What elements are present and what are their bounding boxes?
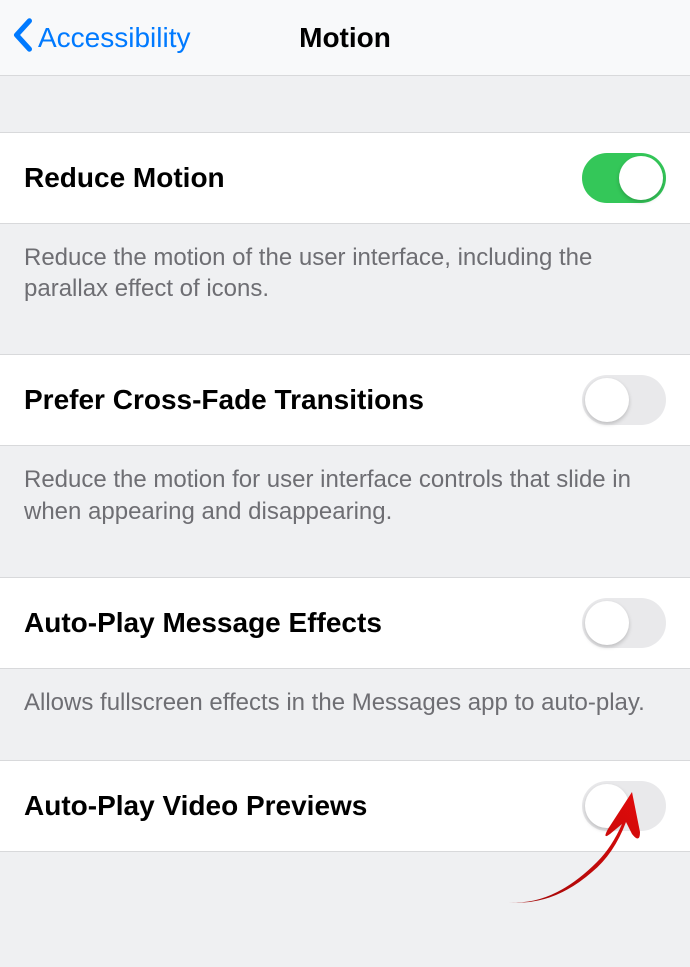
spacer — [0, 76, 690, 132]
spacer — [0, 322, 690, 354]
setting-row-cross-fade[interactable]: Prefer Cross-Fade Transitions — [0, 354, 690, 446]
setting-label: Reduce Motion — [24, 162, 225, 194]
toggle-reduce-motion[interactable] — [582, 153, 666, 203]
setting-description: Allows fullscreen effects in the Message… — [0, 669, 690, 736]
setting-label: Auto-Play Video Previews — [24, 790, 367, 822]
back-button[interactable]: Accessibility — [0, 17, 190, 58]
spacer — [0, 736, 690, 760]
toggle-knob — [585, 784, 629, 828]
toggle-knob — [585, 378, 629, 422]
setting-label: Prefer Cross-Fade Transitions — [24, 384, 424, 416]
setting-description: Reduce the motion of the user interface,… — [0, 224, 690, 322]
setting-row-reduce-motion[interactable]: Reduce Motion — [0, 132, 690, 224]
setting-label: Auto-Play Message Effects — [24, 607, 382, 639]
toggle-message-effects[interactable] — [582, 598, 666, 648]
toggle-knob — [585, 601, 629, 645]
toggle-cross-fade[interactable] — [582, 375, 666, 425]
setting-row-message-effects[interactable]: Auto-Play Message Effects — [0, 577, 690, 669]
page-title: Motion — [299, 22, 391, 54]
nav-bar: Accessibility Motion — [0, 0, 690, 76]
chevron-left-icon — [12, 17, 34, 58]
spacer — [0, 545, 690, 577]
toggle-knob — [619, 156, 663, 200]
back-label: Accessibility — [38, 22, 190, 54]
toggle-video-previews[interactable] — [582, 781, 666, 831]
setting-description: Reduce the motion for user interface con… — [0, 446, 690, 544]
setting-row-video-previews[interactable]: Auto-Play Video Previews — [0, 760, 690, 852]
